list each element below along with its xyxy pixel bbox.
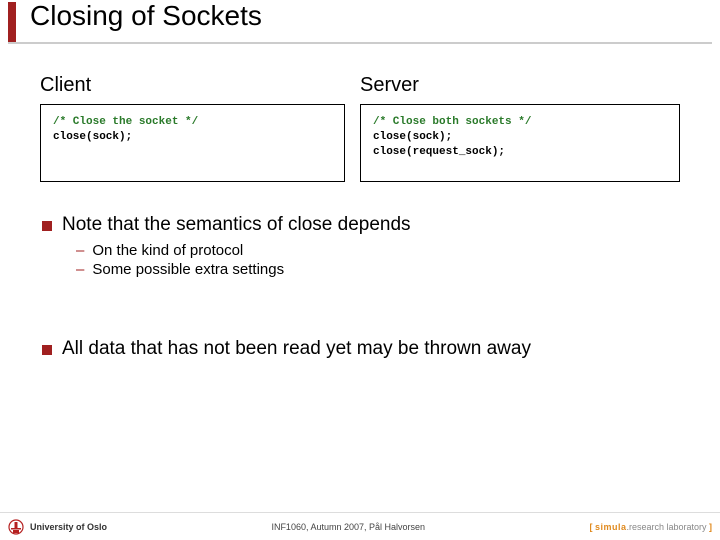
university-logo-icon <box>8 518 24 536</box>
bullet-block-2: All data that has not been read yet may … <box>42 338 702 360</box>
dash-icon: – <box>76 242 84 259</box>
server-code-box: /* Close both sockets */ close(sock); cl… <box>360 104 680 182</box>
bullet-1-sub1: On the kind of protocol <box>92 242 243 259</box>
client-code-box: /* Close the socket */ close(sock); <box>40 104 345 182</box>
title-underline <box>8 42 712 44</box>
bullet-2-text: All data that has not been read yet may … <box>62 338 531 360</box>
client-code-line: close(sock); <box>53 131 132 143</box>
server-code-comment: /* Close both sockets */ <box>373 116 531 128</box>
slide-footer: University of Oslo INF1060, Autumn 2007,… <box>0 512 720 540</box>
bullet-block-1: Note that the semantics of close depends… <box>42 214 702 278</box>
bullet-1-text: Note that the semantics of close depends <box>62 214 411 236</box>
server-code-line2: close(request_sock); <box>373 146 505 158</box>
client-heading: Client <box>40 74 91 97</box>
slide-title: Closing of Sockets <box>30 0 262 32</box>
footer-university: University of Oslo <box>30 522 107 532</box>
server-code-line1: close(sock); <box>373 131 452 143</box>
client-code-comment: /* Close the socket */ <box>53 116 198 128</box>
bracket-close-icon: ] <box>707 522 713 532</box>
footer-left: University of Oslo <box>8 518 107 536</box>
footer-course: INF1060, Autumn 2007, Pål Halvorsen <box>107 522 589 532</box>
bullet-square-icon <box>42 345 52 355</box>
footer-rlab: .research laboratory <box>626 522 706 532</box>
server-heading: Server <box>360 74 419 97</box>
footer-simula: simula <box>595 522 627 532</box>
footer-lab: [ simula.research laboratory ] <box>589 522 712 532</box>
dash-icon: – <box>76 261 84 278</box>
bullet-square-icon <box>42 221 52 231</box>
title-accent-bar <box>8 2 16 42</box>
bullet-1-sub2: Some possible extra settings <box>92 261 284 278</box>
